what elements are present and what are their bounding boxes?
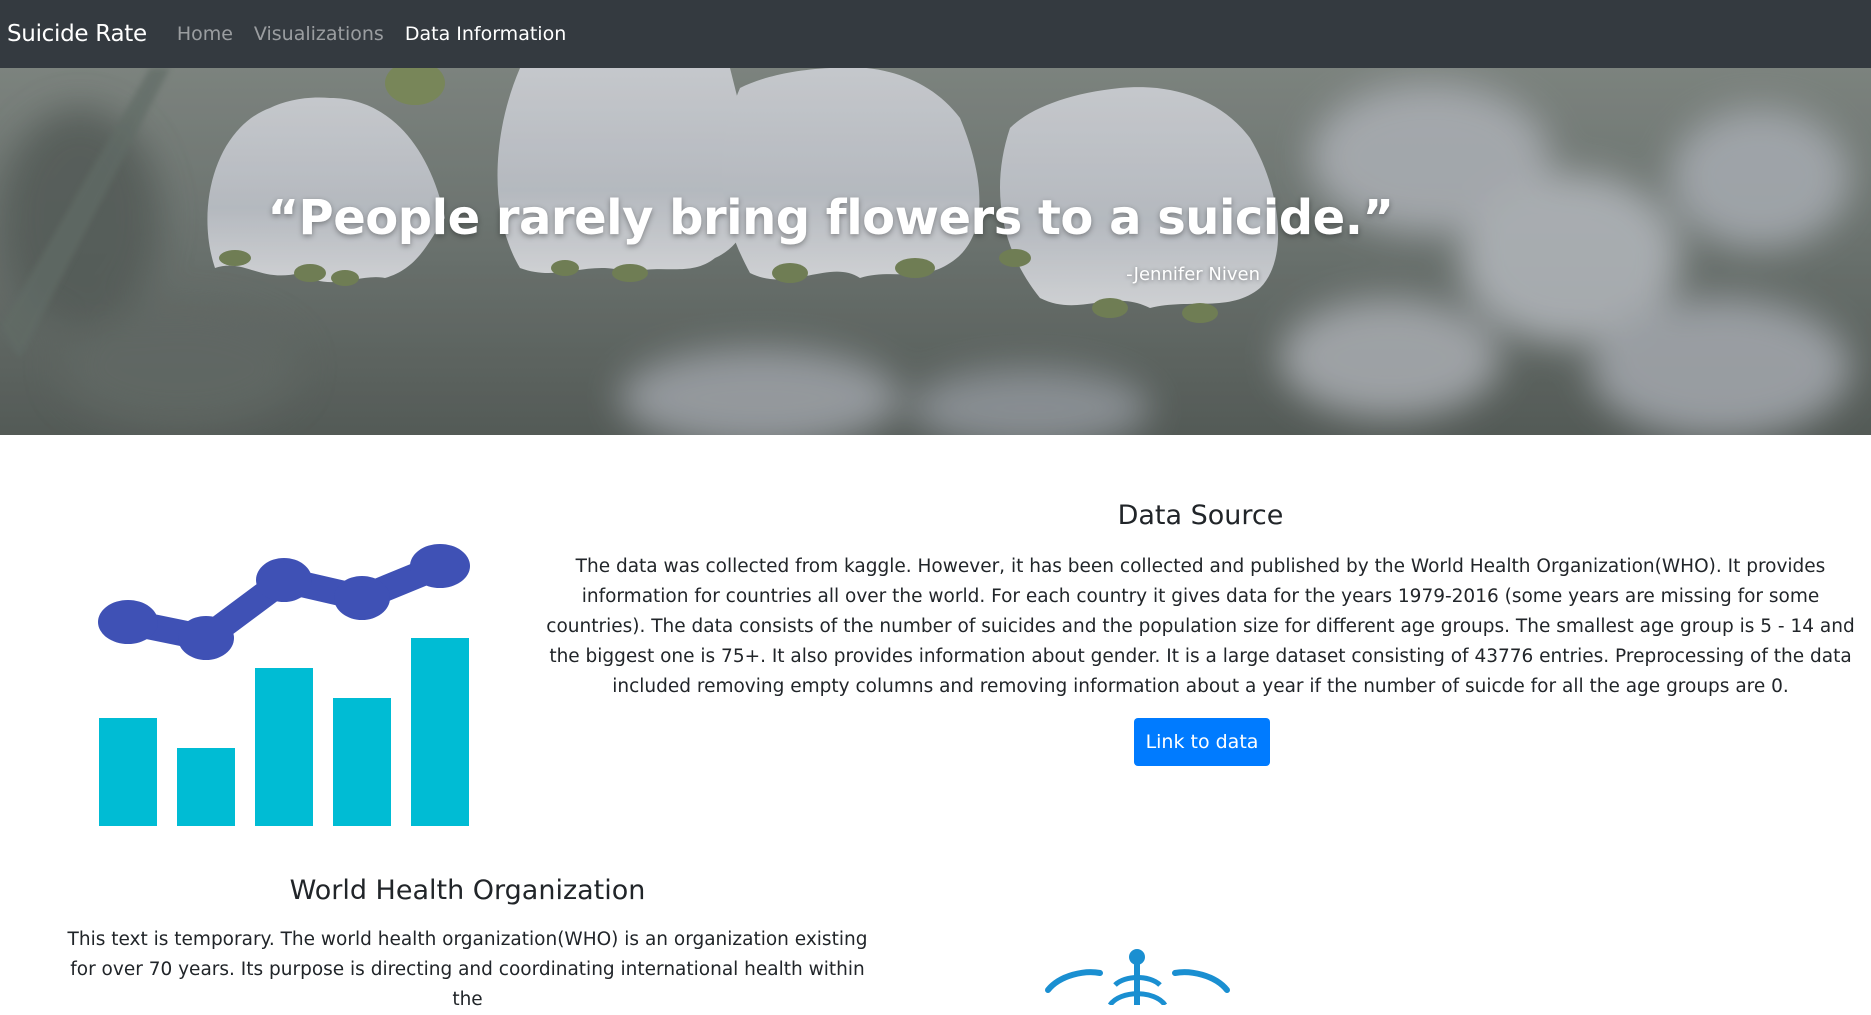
- hero-quote-author: -Jennifer Niven: [1126, 264, 1260, 285]
- who-logo-icon: [1045, 949, 1230, 1005]
- brand-link[interactable]: Suicide Rate: [7, 21, 147, 47]
- chart-illustration-icon: [98, 544, 470, 826]
- nav-link-home[interactable]: Home: [177, 23, 233, 45]
- hero-banner: “People rarely bring flowers to a suicid…: [0, 68, 1871, 435]
- nav-link-visualizations[interactable]: Visualizations: [254, 23, 384, 45]
- hero-quote: “People rarely bring flowers to a suicid…: [267, 190, 1395, 246]
- who-title: World Health Organization: [289, 875, 646, 906]
- data-source-text: The data was collected from kaggle. Howe…: [546, 556, 1855, 697]
- navbar: Suicide Rate Home Visualizations Data In…: [0, 0, 1871, 68]
- hero-flowers-image: [0, 68, 1871, 435]
- nav-link-data-information[interactable]: Data Information: [405, 23, 566, 45]
- link-to-data-button[interactable]: Link to data: [1134, 718, 1270, 766]
- data-source-title: Data Source: [1117, 500, 1284, 531]
- who-text: This text is temporary. The world health…: [67, 929, 868, 1010]
